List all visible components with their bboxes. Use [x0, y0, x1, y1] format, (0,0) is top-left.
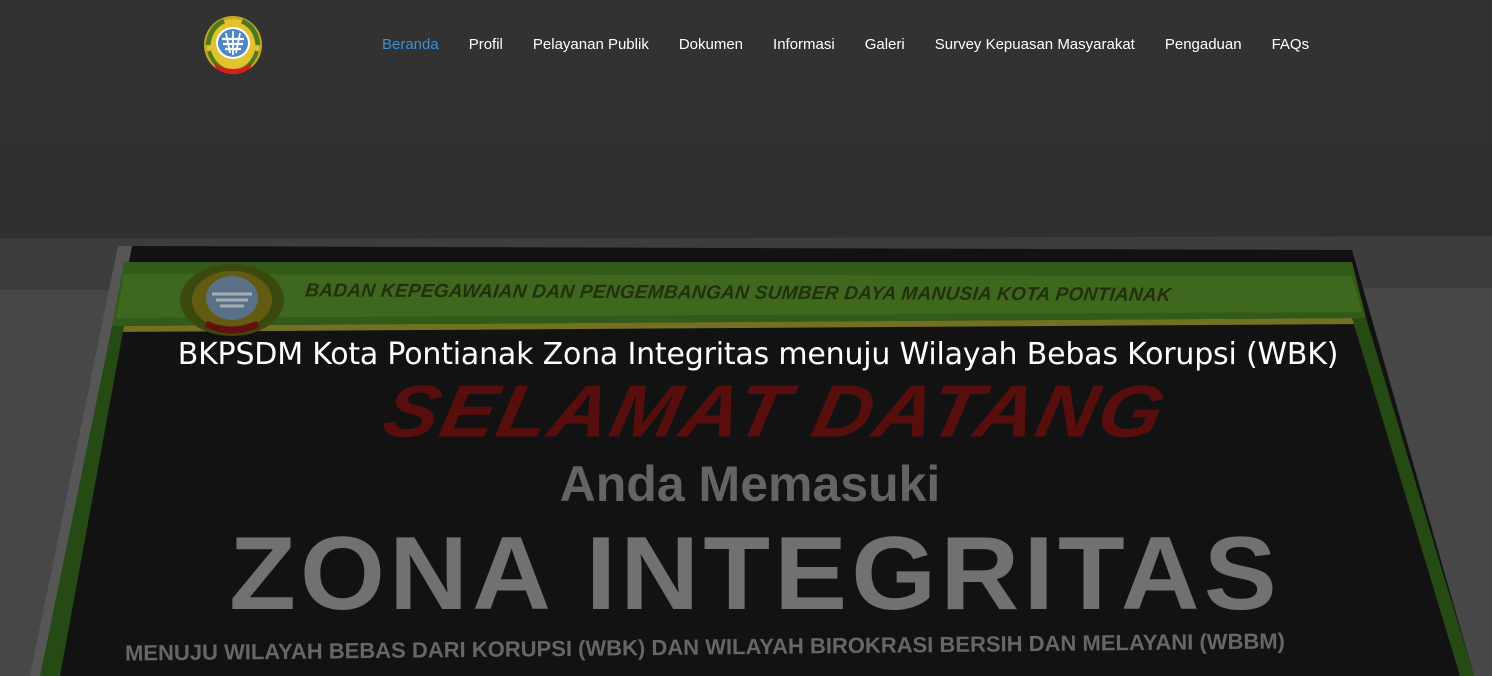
nav-item-survey-kepuasan-masyarakat[interactable]: Survey Kepuasan Masyarakat	[935, 35, 1135, 55]
nav-item-profil[interactable]: Profil	[469, 35, 503, 55]
main-nav: Beranda Profil Pelayanan Publik Dokumen …	[382, 35, 1309, 55]
hero-title: BKPSDM Kota Pontianak Zona Integritas me…	[177, 337, 1339, 372]
kota-pontianak-emblem-icon	[204, 16, 262, 74]
page: BADAN KEPEGAWAIAN DAN PENGEMBANGAN SUMBE…	[0, 0, 1492, 676]
nav-item-pelayanan-publik[interactable]: Pelayanan Publik	[533, 35, 649, 55]
nav-item-dokumen[interactable]: Dokumen	[679, 35, 743, 55]
nav-item-beranda[interactable]: Beranda	[382, 35, 439, 55]
nav-item-pengaduan[interactable]: Pengaduan	[1165, 35, 1242, 55]
nav-item-informasi[interactable]: Informasi	[773, 35, 835, 55]
nav-item-galeri[interactable]: Galeri	[865, 35, 905, 55]
site-logo[interactable]	[202, 15, 264, 77]
nav-item-faqs[interactable]: FAQs	[1272, 35, 1310, 55]
navbar: Beranda Profil Pelayanan Publik Dokumen …	[0, 0, 1492, 90]
